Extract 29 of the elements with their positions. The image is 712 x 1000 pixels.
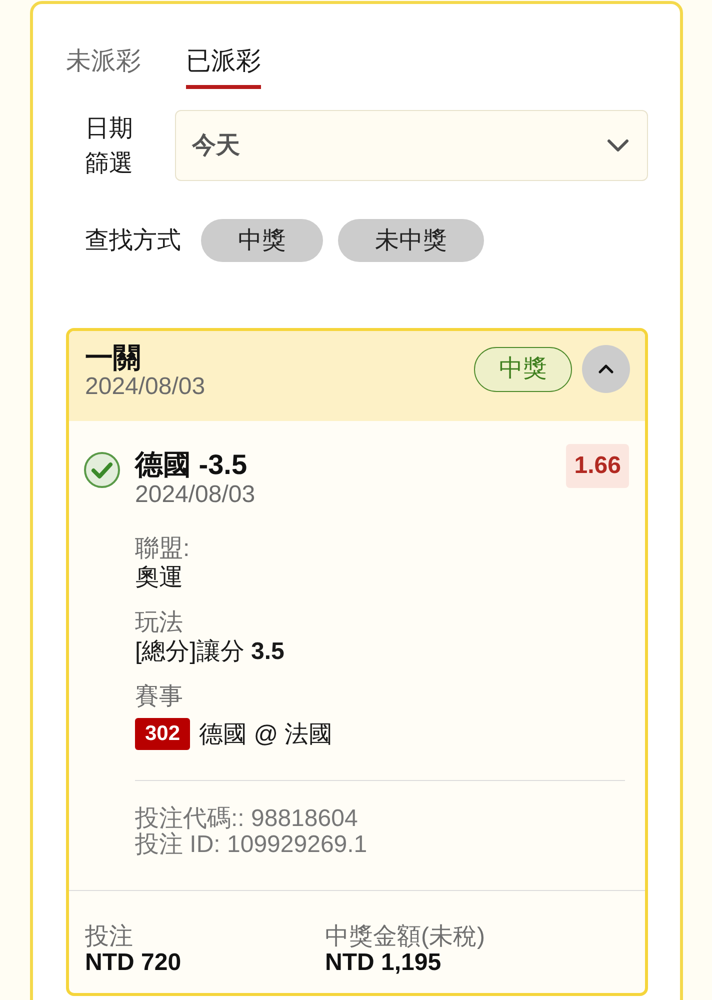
selection-title: 德國 -3.5 — [135, 450, 248, 480]
total-label: 中獎金額(未稅) — [325, 924, 486, 950]
collapse-button[interactable] — [582, 345, 630, 393]
selection-date: 2024/08/03 — [135, 480, 256, 509]
bet-reference: 投注代碼:: 98818604 — [135, 806, 359, 832]
total-value: NTD 1,195 — [325, 950, 442, 976]
total-value: NTD 720 — [85, 950, 182, 976]
date-filter-label: 日期篩選 — [85, 114, 134, 178]
odds-tag: 1.66 — [566, 444, 629, 488]
bet-date: 2024/08/03 — [85, 373, 206, 401]
search-method-label: 查找方式 — [85, 226, 181, 256]
bet-reference: 投注 ID: 109929269.1 — [135, 832, 368, 858]
detail-value: [總分]讓分 3.5 — [135, 637, 286, 666]
date-select[interactable]: 今天 — [175, 110, 648, 181]
caret-up-icon — [598, 364, 614, 374]
detail-label: 玩法 — [135, 608, 184, 637]
total-label: 投注 — [85, 924, 134, 950]
chevron-down-icon — [607, 139, 629, 152]
detail-value: 奧運 — [135, 563, 184, 592]
match-teams: 德國 @ 法國 — [199, 720, 333, 748]
status-badge: 中獎 — [474, 346, 572, 392]
filter-pill[interactable]: 未中獎 — [338, 219, 484, 262]
filter-pill[interactable]: 中獎 — [201, 219, 323, 262]
bet-type: 一關 — [85, 343, 142, 373]
match-number: 302 — [135, 718, 190, 750]
detail-label: 聯盟: — [135, 534, 191, 563]
tab[interactable]: 未派彩 — [66, 46, 141, 89]
detail-label: 賽事 — [135, 682, 184, 711]
tab[interactable]: 已派彩 — [186, 46, 261, 89]
